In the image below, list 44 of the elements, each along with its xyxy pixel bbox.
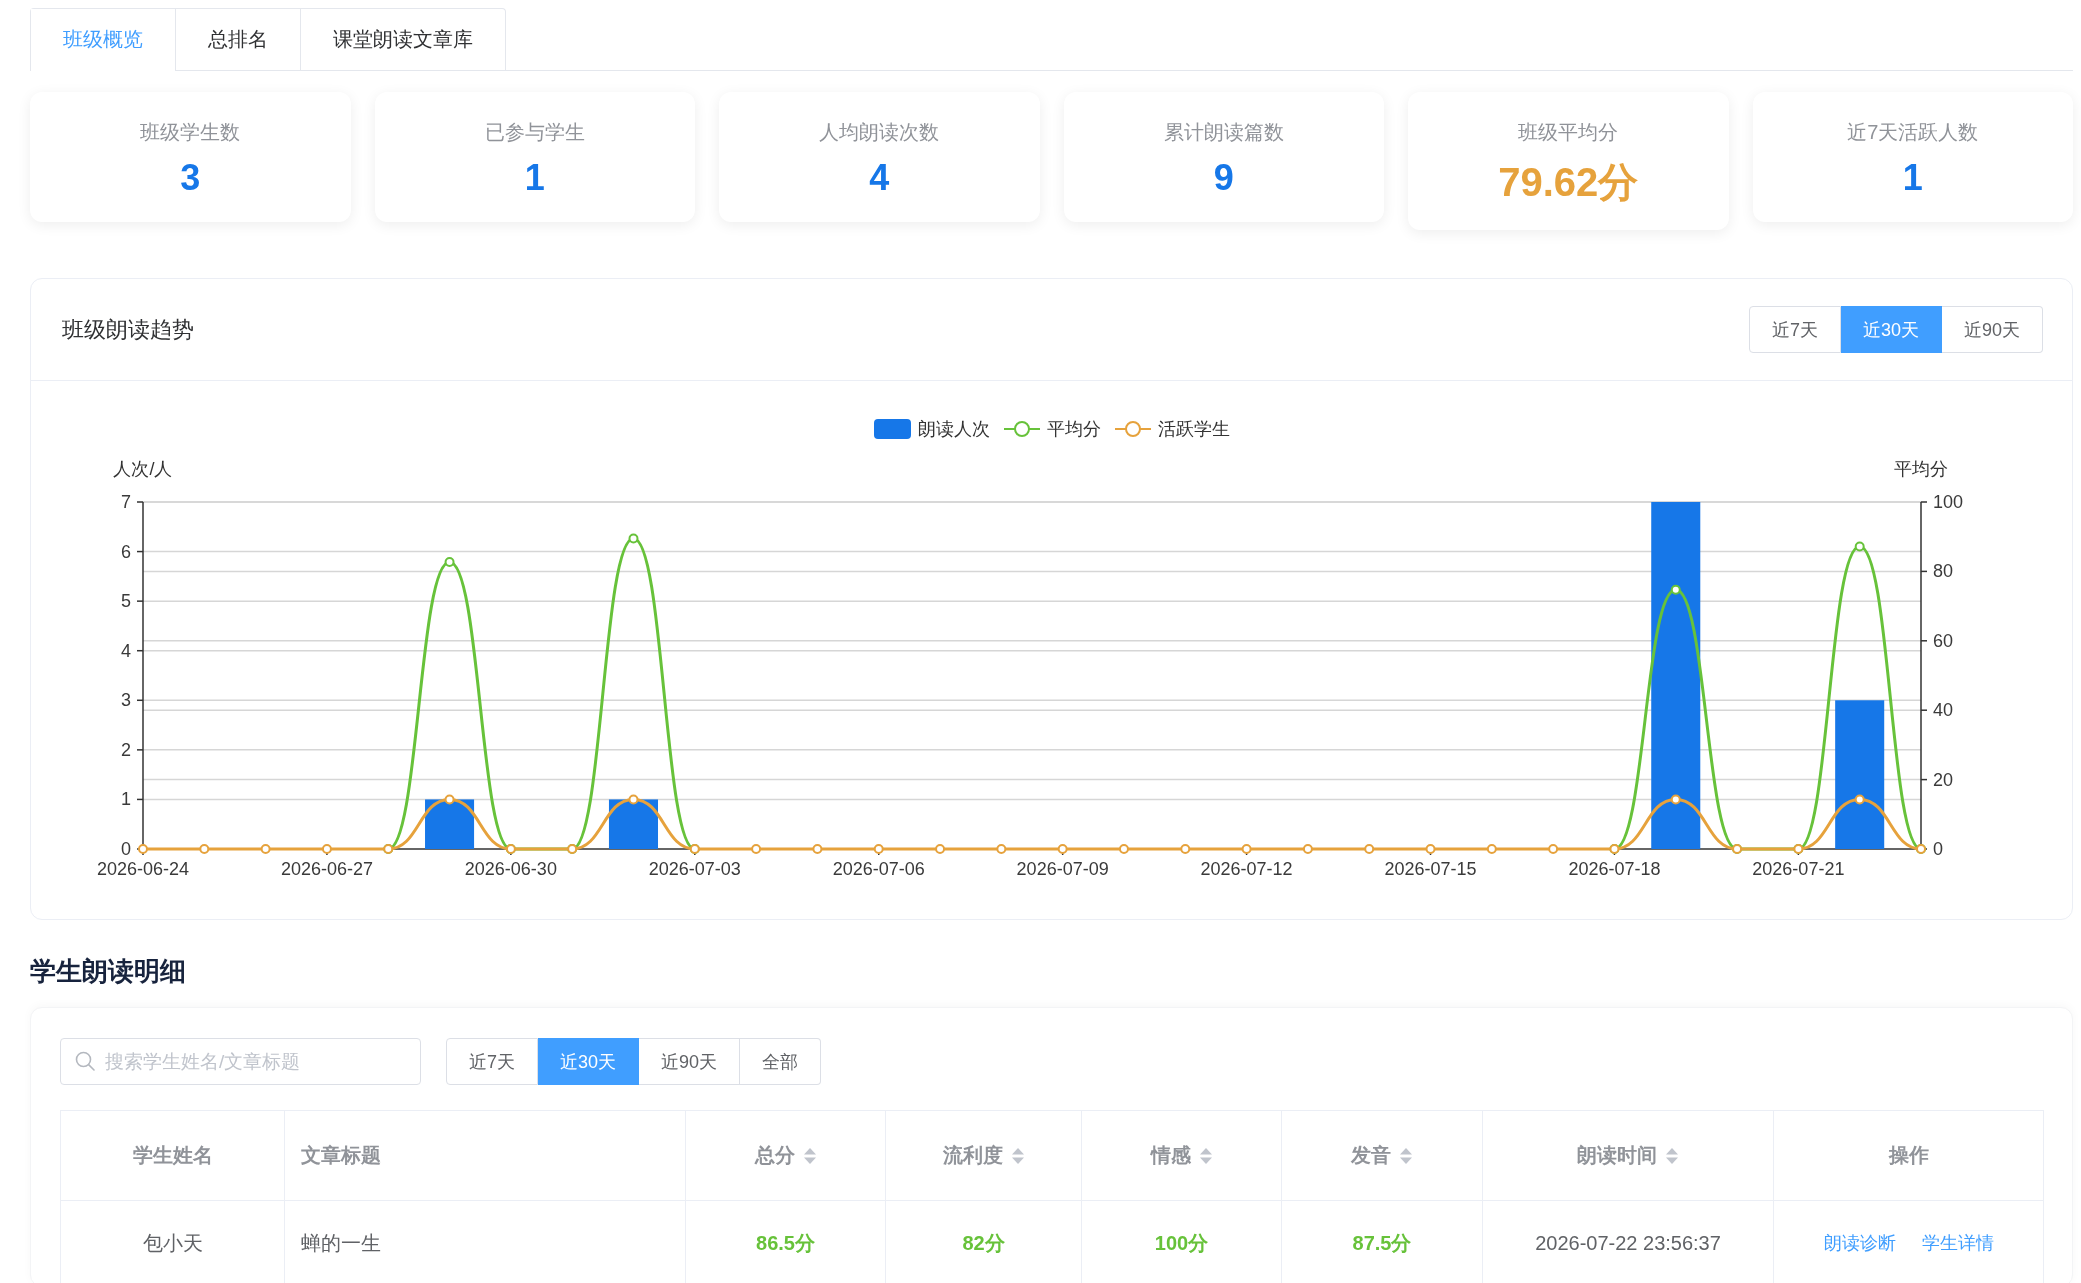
axis-tick-label: 2 xyxy=(121,739,131,760)
column-header: 操作 xyxy=(1888,1143,1929,1168)
axis-tick-label: 6 xyxy=(121,541,131,562)
axis-tick-label: 40 xyxy=(1933,700,1954,721)
axis-tick-label: 60 xyxy=(1933,630,1954,651)
stat-label: 累计朗读篇数 xyxy=(1163,120,1284,145)
section-title: 学生朗读明细 xyxy=(30,956,186,986)
axis-tick-label: 80 xyxy=(1933,561,1954,582)
panel-title: 班级朗读趋势 xyxy=(62,315,194,344)
axis-tick-label: 5 xyxy=(121,591,131,612)
axis-tick-label: 2026-07-09 xyxy=(1016,859,1109,879)
stat-value: 79.62分 xyxy=(1498,159,1639,206)
stat-label: 班级学生数 xyxy=(140,120,241,145)
stat-label: 已参与学生 xyxy=(484,120,585,145)
axis-tick-label: 4 xyxy=(121,640,131,661)
stat-value: 4 xyxy=(869,158,890,198)
axis-tick-label: 2026-07-18 xyxy=(1568,859,1661,879)
axis-tick-label: 2026-07-06 xyxy=(832,859,925,879)
axis-tick-label: 0 xyxy=(121,839,131,859)
column-header: 学生姓名 xyxy=(132,1143,213,1168)
stat-value: 3 xyxy=(180,158,201,198)
axis-tick-label: 1 xyxy=(121,789,131,810)
axis-tick-label: 2026-07-15 xyxy=(1384,859,1477,879)
axis-tick-label: 7 xyxy=(121,492,131,512)
stat-label: 近7天活跃人数 xyxy=(1847,120,1979,145)
axis-title: 平均分 xyxy=(1894,459,1948,479)
stat-label: 人均朗读次数 xyxy=(819,120,940,145)
axis-tick-label: 2026-07-03 xyxy=(648,859,741,879)
column-header: 文章标题 xyxy=(301,1143,381,1168)
axis-tick-label: 2026-06-30 xyxy=(464,859,557,879)
stat-value: 9 xyxy=(1213,158,1234,198)
axis-tick-label: 0 xyxy=(1933,839,1943,859)
axis-tick-label: 20 xyxy=(1933,769,1954,790)
axis-tick-label: 2026-06-24 xyxy=(96,859,190,879)
axis-tick-label: 2026-06-27 xyxy=(280,859,373,879)
axis-tick-label: 2026-07-12 xyxy=(1200,859,1293,879)
axis-tick-label: 100 xyxy=(1933,492,1964,512)
axis-title: 人次/人 xyxy=(113,459,173,479)
stat-value: 1 xyxy=(1902,158,1923,198)
axis-tick-label: 2026-07-21 xyxy=(1752,859,1845,879)
stat-label: 班级平均分 xyxy=(1518,120,1619,145)
stat-value: 1 xyxy=(524,158,545,198)
axis-tick-label: 3 xyxy=(121,690,131,711)
table-cell: 包小天 xyxy=(60,1200,285,1283)
